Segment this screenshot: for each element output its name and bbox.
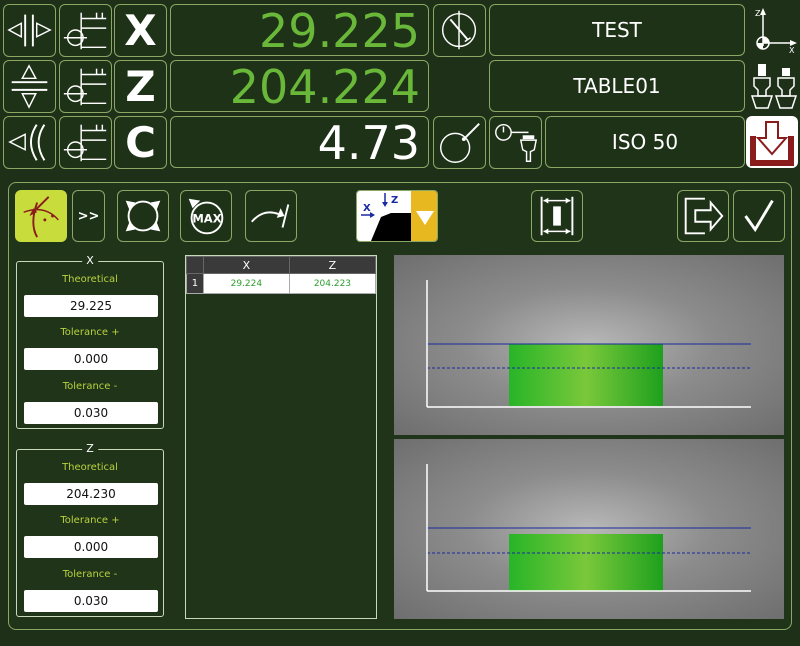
horizontal-mirror-button[interactable] [3,4,56,57]
row-number: 1 [186,273,204,294]
approach-arrow-icon [251,204,290,228]
approach-button[interactable] [245,190,297,242]
axis-label-z: Z [114,60,167,113]
svg-text:X: X [789,46,795,54]
z-tolerance-bar [509,534,663,591]
confirm-button[interactable] [733,190,785,242]
x-tolerance-group: X Theoretical 29.225 Tolerance + 0.000 T… [16,254,164,429]
width-measure-button[interactable] [531,190,583,242]
tool-probe-icon [495,123,538,162]
x-theoretical-field[interactable]: 29.225 [24,295,158,317]
xz-corner-icon: X Z [361,193,411,241]
cycle-icon [125,200,161,232]
tool-change[interactable] [749,60,799,112]
rotary-axis-button[interactable] [3,116,56,169]
x-group-legend: X [82,254,98,267]
axis-orientation-icon: Z X [755,8,797,55]
width-measure-icon [540,196,574,236]
measure-mode-button[interactable] [15,190,67,242]
x-tol-minus-field[interactable]: 0.030 [24,402,158,424]
unload-tool-icon [750,121,794,166]
z-tolerance-chart [394,439,784,619]
tool-holder[interactable]: ISO 50 [545,116,745,168]
table-name[interactable]: TABLE01 [489,60,745,112]
z-tol-minus-field[interactable]: 0.030 [24,590,158,612]
max-cycle-icon: MAX [188,198,224,235]
x-tolerance-chart [394,255,784,435]
z-theoretical-label: Theoretical [62,462,118,473]
x-tol-plus-field[interactable]: 0.000 [24,348,158,370]
origin-offset-button-c[interactable] [59,116,112,169]
readout-c: 4.73 [170,116,429,169]
program-name[interactable]: TEST [489,4,745,56]
x-tol-plus-label: Tolerance + [60,327,120,338]
column-header-z: Z [288,256,377,274]
cell-x: 29.224 [202,273,290,294]
origin-offset-button-x[interactable] [59,4,112,57]
axis-label-x: X [114,4,167,57]
origin-offset-button-z[interactable] [59,60,112,113]
axis-label-c: C [114,116,167,169]
measure-gauge-icon [441,10,477,50]
cell-z: 204.223 [288,273,377,294]
measure-angle-icon [23,196,59,238]
z-theoretical-field[interactable]: 204.230 [24,483,158,505]
checkmark-icon [744,199,774,233]
readout-x: 29.225 [170,4,429,57]
vertical-mirror-icon [11,64,48,109]
cycle-button[interactable] [117,190,169,242]
z-chart-graphic [426,464,751,592]
origin-offset-icon [63,124,107,162]
measurement-table: X Z 1 29.224 204.223 [185,255,377,619]
origin-offset-icon [63,68,107,106]
x-tol-minus-label: Tolerance - [62,381,118,392]
main-panel: >> MAX X Z X Theoretical 29.225 Toleranc… [8,182,792,630]
max-label: MAX [192,212,221,226]
table-row[interactable]: 1 29.224 204.223 [186,273,377,294]
x-chart-graphic [426,280,751,408]
x-theoretical-label: Theoretical [62,274,118,285]
next-button[interactable]: >> [72,190,105,242]
readout-z: 204.224 [170,60,429,113]
exit-icon [684,197,724,235]
tool-change-icon [750,64,798,109]
z-tol-plus-field[interactable]: 0.000 [24,536,158,558]
axis-orientation: Z X [749,6,799,55]
column-header-x: X [202,256,290,274]
max-button[interactable]: MAX [180,190,232,242]
origin-offset-icon [63,12,107,50]
z-tol-minus-label: Tolerance - [62,569,118,580]
dropdown-axis-z: Z [391,195,398,206]
chevron-down-icon [416,211,434,225]
svg-text:Z: Z [755,9,761,18]
axis-dropdown-preview: X Z [357,191,411,241]
axis-dropdown[interactable]: X Z [356,190,438,242]
tool-probe-button[interactable] [489,116,542,169]
z-tol-plus-label: Tolerance + [60,515,120,526]
z-tolerance-group: Z Theoretical 204.230 Tolerance + 0.000 … [16,442,164,617]
measure-button[interactable] [433,4,486,57]
horizontal-mirror-icon [7,14,52,47]
probe-button[interactable] [433,116,486,169]
dropdown-arrow[interactable] [411,191,437,241]
exit-button[interactable] [677,190,729,242]
rotary-axis-icon [8,124,46,161]
dropdown-axis-x: X [363,203,371,214]
vertical-mirror-button[interactable] [3,60,56,113]
z-group-legend: Z [82,442,98,455]
x-tolerance-bar [509,344,663,406]
probe-ball-icon [440,123,480,163]
row-number-header [186,256,204,274]
unload-tool-button[interactable] [746,116,798,168]
